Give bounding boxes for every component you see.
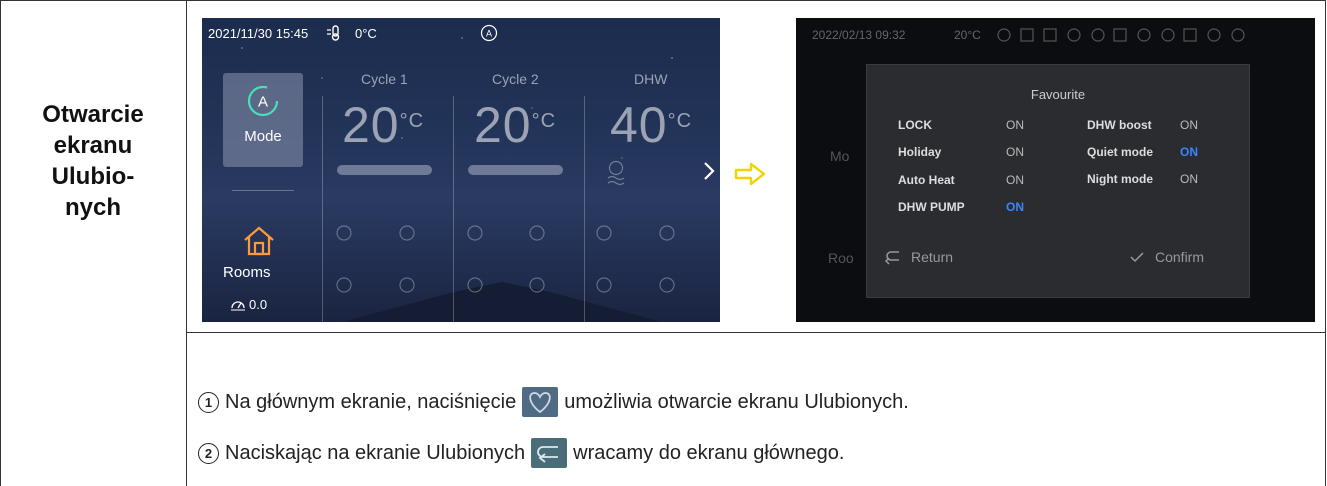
fav-item-night-mode: Night mode (1087, 172, 1153, 186)
dhw-header: DHW (634, 71, 668, 87)
mode-label: Mode (244, 128, 282, 145)
fav-toggle-holiday[interactable]: ON (1006, 145, 1024, 159)
instruction-text: umożliwia otwarcie ekranu Ulubionych. (564, 390, 909, 413)
rooms-label: Rooms (223, 264, 271, 281)
cycle1-temp-value: 20 (342, 97, 400, 153)
cycle2-temp-value: 20 (474, 97, 532, 153)
svg-text:A: A (258, 94, 268, 111)
main-screen: 2021/11/30 15:45 0°C A A Mode Rooms 0.0 … (202, 18, 720, 322)
confirm-label: Confirm (1155, 249, 1205, 265)
step-number: 2 (198, 442, 219, 464)
fav-item-holiday: Holiday (898, 145, 942, 159)
main-outdoor-temp: 0°C (355, 26, 377, 41)
dhw-tank-icon (607, 160, 625, 186)
row-label-line: Otwarcie (42, 101, 144, 128)
dhw-temp-unit: °C (667, 110, 693, 132)
cycle1-temp-unit: °C (399, 110, 425, 132)
home-icon[interactable] (242, 225, 276, 257)
fav-toggle-dhw-boost[interactable]: ON (1180, 118, 1198, 132)
auto-mode-indicator-icon: A (480, 24, 498, 42)
cycle1-temp[interactable]: 20°C (342, 96, 424, 154)
table-frame: Otwarcie ekranu Ulubio- nych 2021/11/30 … (0, 0, 1326, 486)
return-icon (531, 438, 568, 468)
fav-item-quiet-mode: Quiet mode (1087, 145, 1154, 159)
mode-button[interactable]: A Mode (223, 73, 303, 167)
fav-toggle-quiet-mode[interactable]: ON (1180, 145, 1198, 159)
instruction-1: 1 Na głównym ekranie, naciśnięcie umożli… (198, 387, 909, 417)
gauge-icon (231, 301, 245, 311)
fav-toggle-night-mode[interactable]: ON (1180, 172, 1198, 186)
chevron-right-icon[interactable] (702, 160, 716, 182)
column-divider (322, 96, 323, 322)
divider (232, 190, 294, 191)
dhw-temp[interactable]: 40°C (610, 96, 692, 154)
instruction-text: wracamy do ekranu głównego. (573, 441, 845, 464)
fav-item-auto-heat: Auto Heat (898, 173, 955, 187)
heart-icon (522, 387, 559, 417)
background-rooms-label: Roo (828, 250, 854, 266)
return-label: Return (911, 249, 954, 265)
svg-text:A: A (486, 29, 492, 39)
status-icons-bar (997, 28, 1245, 42)
row-label-line: nych (64, 194, 121, 221)
check-icon (1130, 252, 1144, 263)
cycle2-temp[interactable]: 20°C (474, 96, 556, 154)
cycle2-header: Cycle 2 (492, 71, 539, 87)
rooms-value: 0.0 (249, 297, 268, 312)
thermometer-icon (327, 25, 340, 41)
fav-outdoor-temp: 20°C (954, 28, 981, 42)
fav-toggle-lock[interactable]: ON (1006, 118, 1024, 132)
cycle1-bar (337, 165, 432, 175)
row-label-line: ekranu (53, 132, 133, 159)
function-icons-row (336, 225, 675, 293)
fav-item-dhw-boost: DHW boost (1087, 118, 1152, 132)
return-button[interactable]: Return (885, 249, 953, 265)
fav-toggle-dhw-pump[interactable]: ON (1006, 200, 1024, 214)
auto-mode-icon: A (247, 85, 279, 117)
instruction-text: Naciskając na ekranie Ulubionych (225, 441, 526, 464)
cycle2-temp-unit: °C (531, 110, 557, 132)
cycle2-bar (468, 165, 563, 175)
dhw-temp-value: 40 (610, 97, 668, 153)
instruction-text: Na głównym ekranie, naciśnięcie (225, 390, 517, 413)
return-icon (885, 251, 899, 265)
favourite-screen: 2022/02/13 09:32 20°C Mo Roo Favourite L… (796, 18, 1315, 322)
row-label-line: Ulubio- (51, 163, 135, 190)
row-label: Otwarcie ekranu Ulubio- nych (0, 0, 186, 322)
step-number: 1 (198, 391, 219, 413)
fav-item-dhw-pump: DHW PUMP (898, 200, 965, 214)
fav-datetime: 2022/02/13 09:32 (812, 28, 906, 42)
favourite-dialog: Favourite LOCK ON Holiday ON Auto Heat O… (866, 64, 1250, 298)
main-datetime: 2021/11/30 15:45 (208, 26, 309, 41)
instruction-2: 2 Naciskając na ekranie Ulubionych wraca… (198, 438, 844, 468)
confirm-button[interactable]: Confirm (1129, 249, 1204, 265)
background-mode-label: Mo (830, 148, 850, 164)
dialog-title: Favourite (1030, 87, 1086, 102)
fav-toggle-auto-heat[interactable]: ON (1006, 173, 1024, 187)
fav-item-lock: LOCK (898, 118, 932, 132)
cycle1-header: Cycle 1 (361, 71, 408, 87)
arrow-right-icon (734, 162, 766, 186)
